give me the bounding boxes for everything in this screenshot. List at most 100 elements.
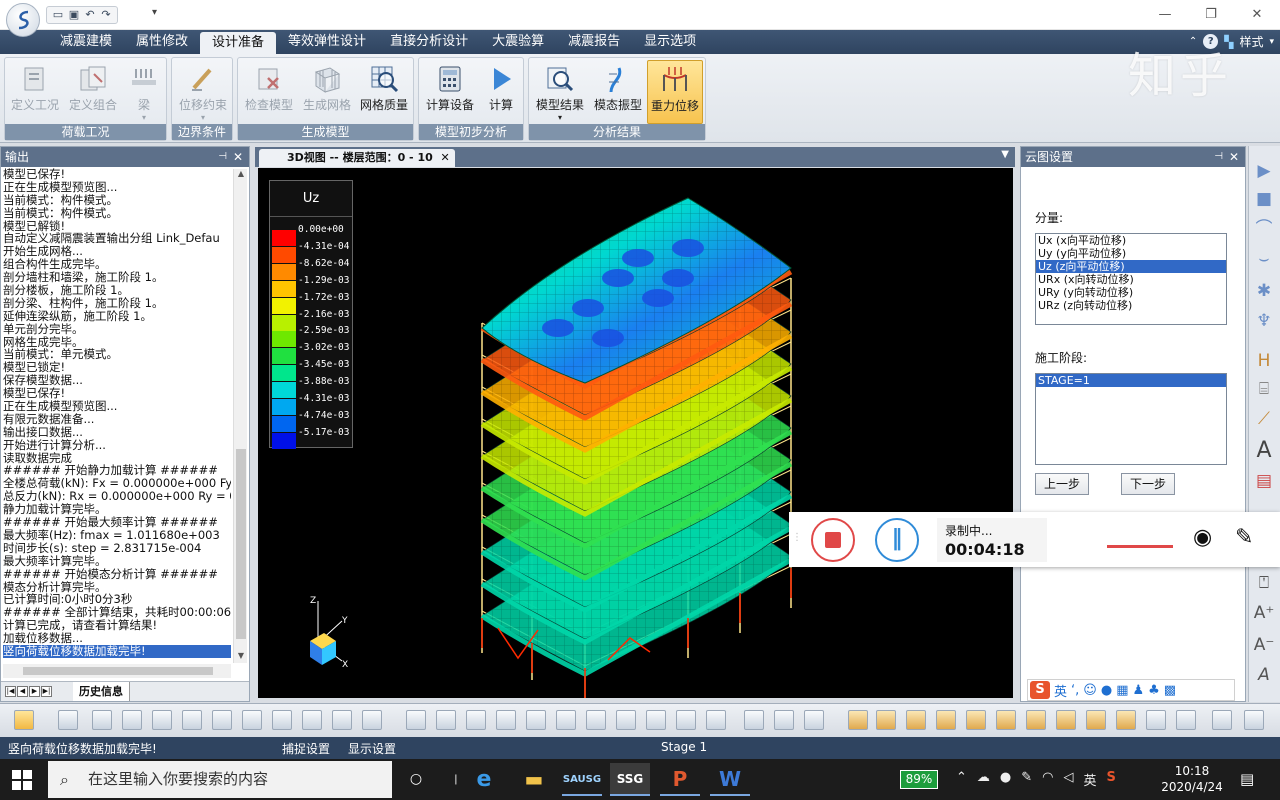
toolbar-tool-icon[interactable]	[122, 710, 142, 730]
sausg-app-icon[interactable]: SAUSG	[562, 763, 602, 796]
mesh-quality-button[interactable]: 网格质量	[356, 60, 412, 124]
word-icon[interactable]: W	[710, 763, 750, 796]
link-icon[interactable]: ⌣	[1253, 248, 1275, 270]
toolbar-tool-icon[interactable]	[804, 710, 824, 730]
toolbar-tool-icon[interactable]	[1056, 710, 1076, 730]
scroll-down-icon[interactable]: ▼	[234, 651, 248, 663]
minimize-button[interactable]: —	[1142, 0, 1188, 30]
toolbar-tool-icon[interactable]	[1244, 710, 1264, 730]
toolbar-tool-icon[interactable]	[1026, 710, 1046, 730]
italic-a-icon[interactable]: 𝘈	[1253, 664, 1275, 686]
stop-record-button[interactable]	[811, 518, 855, 562]
close-icon[interactable]: ✕	[233, 147, 243, 167]
toolbar-tool-icon[interactable]	[302, 710, 322, 730]
punctuation-icon[interactable]: ʻ,	[1071, 683, 1079, 698]
toolbar-tool-icon[interactable]	[646, 710, 666, 730]
component-option[interactable]: Uy (y向平动位移)	[1036, 247, 1226, 260]
tab-equivalent-elastic[interactable]: 等效弹性设计	[276, 30, 378, 54]
close-tab-icon[interactable]: ✕	[441, 149, 450, 167]
stage-option[interactable]: STAGE=1	[1036, 374, 1226, 387]
wifi-icon[interactable]: ◠	[1042, 770, 1053, 789]
compute-device-button[interactable]: 计算设备	[421, 60, 479, 124]
microphone-icon[interactable]: ●	[1000, 770, 1011, 789]
close-button[interactable]: ✕	[1234, 0, 1280, 30]
save-icon[interactable]: ▣	[67, 8, 81, 22]
toolbar-tool-icon[interactable]	[876, 710, 896, 730]
toolbar-tool-icon[interactable]	[744, 710, 764, 730]
stage-listbox[interactable]: STAGE=1	[1035, 373, 1227, 465]
toolbar-tool-icon[interactable]	[526, 710, 546, 730]
sogou-tray-icon[interactable]: S	[1107, 770, 1116, 789]
tab-major-quake-check[interactable]: 大震验算	[480, 30, 556, 54]
toolbar-tool-icon[interactable]	[1086, 710, 1106, 730]
toolbar-tool-icon[interactable]	[936, 710, 956, 730]
toolbar-tool-icon[interactable]	[496, 710, 516, 730]
toolbar-tool-icon[interactable]	[152, 710, 172, 730]
mode-shape-button[interactable]: 模态振型	[589, 60, 647, 124]
toolbar-tool-icon[interactable]	[556, 710, 576, 730]
toolbar-tool-icon[interactable]	[362, 710, 382, 730]
check-model-button[interactable]: 检查模型	[240, 60, 298, 124]
person-icon[interactable]: ♆	[1253, 310, 1275, 332]
toolbar-tool-icon[interactable]	[92, 710, 112, 730]
scroll-up-icon[interactable]: ▲	[234, 169, 248, 181]
toolbar-tool-icon[interactable]	[706, 710, 726, 730]
close-icon[interactable]: ✕	[1229, 147, 1239, 167]
drag-handle-icon[interactable]: ⋮	[792, 532, 802, 543]
emoji-icon[interactable]: ☺	[1083, 683, 1097, 698]
style-menu[interactable]: 样式	[1239, 33, 1263, 50]
pause-record-button[interactable]: ‖	[875, 518, 919, 562]
toolbar-tool-icon[interactable]	[1176, 710, 1196, 730]
redo-icon[interactable]: ↷	[99, 8, 113, 22]
display-settings-button[interactable]: 显示设置	[348, 740, 396, 757]
task-view-icon[interactable]: ○	[396, 763, 436, 796]
battery-indicator[interactable]: 89%	[900, 770, 938, 789]
microphone-icon[interactable]: ●	[1101, 683, 1112, 698]
scroll-thumb[interactable]	[236, 449, 246, 639]
scroll-thumb[interactable]	[23, 667, 213, 675]
powerpoint-icon[interactable]: P	[660, 763, 700, 796]
tab-direct-analysis[interactable]: 直接分析设计	[378, 30, 480, 54]
toolbar-tool-icon[interactable]	[1146, 710, 1166, 730]
clock[interactable]: 10:18 2020/4/24	[1152, 763, 1232, 795]
toolbar-tool-icon[interactable]	[906, 710, 926, 730]
component-listbox[interactable]: Ux (x向平动位移) Uy (y向平动位移) Uz (z向平动位移) URx (x向…	[1035, 233, 1227, 325]
legend-icon[interactable]: ▤	[1253, 470, 1275, 492]
displacement-constraint-button[interactable]: 位移约束 ▾	[174, 60, 232, 124]
toolbar-tool-icon[interactable]	[966, 710, 986, 730]
ime-lang[interactable]: 英	[1054, 681, 1067, 700]
toolbar-tool-icon[interactable]	[272, 710, 292, 730]
toolbar-tool-icon[interactable]	[774, 710, 794, 730]
tab-3d-view[interactable]: 3D视图 -- 楼层范围：0 - 10 ✕	[259, 149, 455, 167]
vertical-scrollbar[interactable]: ▲ ▼	[233, 169, 247, 663]
ssg-app-icon[interactable]: SSG	[610, 763, 650, 796]
prev-step-button[interactable]: 上一步	[1035, 473, 1089, 495]
runner-icon[interactable]: ✱	[1253, 280, 1275, 302]
frame-icon[interactable]: ⌸	[1253, 378, 1275, 400]
tab-property-edit[interactable]: 属性修改	[124, 30, 200, 54]
tab-display-options[interactable]: 显示选项	[632, 30, 708, 54]
skin-icon[interactable]: ♣	[1148, 683, 1160, 698]
font-smaller-icon[interactable]: A⁻	[1253, 634, 1275, 656]
toolbar-tool-icon[interactable]	[1116, 710, 1136, 730]
tab-design-prep[interactable]: 设计准备	[200, 32, 277, 54]
last-tab-icon[interactable]: ▶|	[41, 686, 52, 697]
app-logo[interactable]	[6, 3, 40, 37]
toolbar-tool-icon[interactable]	[182, 710, 202, 730]
snap-settings-button[interactable]: 捕捉设置	[282, 740, 330, 757]
toolbar-tool-icon[interactable]	[996, 710, 1016, 730]
toolbar-tool-icon[interactable]	[58, 710, 78, 730]
italic-h-icon[interactable]: H	[1253, 350, 1275, 372]
beam-load-button[interactable]: 梁 ▾	[123, 60, 165, 124]
toolbar-tool-icon[interactable]	[212, 710, 232, 730]
play-icon[interactable]: ▶	[1253, 160, 1275, 182]
text-icon[interactable]: A	[1253, 440, 1275, 462]
pen-icon[interactable]: ✎	[1021, 770, 1032, 789]
sogou-logo-icon[interactable]: S	[1030, 681, 1050, 699]
component-option[interactable]: URz (z向转动位移)	[1036, 299, 1226, 312]
toolbar-tool-icon[interactable]	[848, 710, 868, 730]
pin-icon[interactable]: ⊣	[1214, 147, 1223, 167]
tab-list-icon[interactable]: ▼	[1001, 149, 1009, 160]
component-option[interactable]: Uz (z向平动位移)	[1036, 260, 1226, 273]
chevron-down-icon[interactable]: ▾	[1269, 37, 1274, 47]
